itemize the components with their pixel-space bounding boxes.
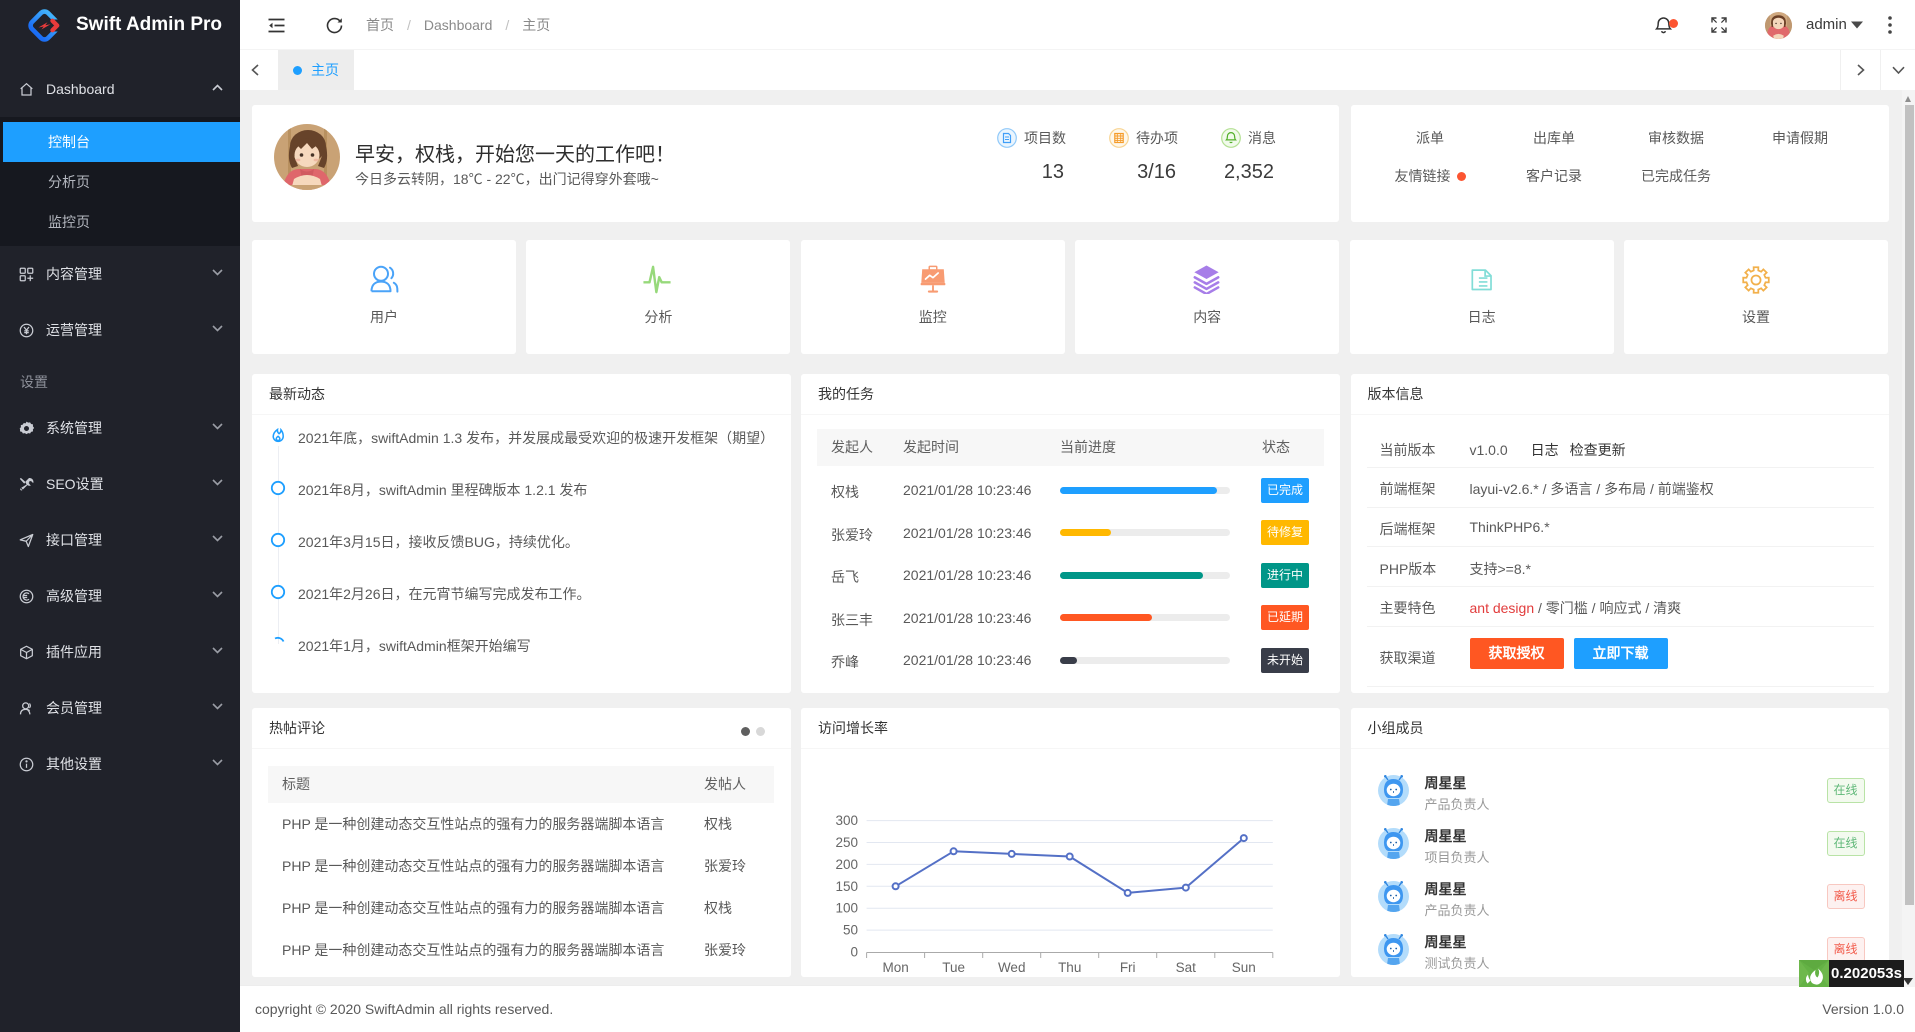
- svg-text:Tue: Tue: [942, 960, 965, 975]
- svg-text:Wed: Wed: [998, 960, 1026, 975]
- svg-text:Fri: Fri: [1120, 960, 1136, 975]
- svg-text:150: 150: [835, 879, 858, 894]
- svg-text:Mon: Mon: [882, 960, 908, 975]
- svg-text:200: 200: [835, 857, 858, 872]
- svg-text:100: 100: [835, 901, 858, 916]
- svg-text:Sun: Sun: [1232, 960, 1256, 975]
- svg-text:0: 0: [850, 945, 858, 960]
- svg-text:Thu: Thu: [1058, 960, 1081, 975]
- svg-text:250: 250: [835, 835, 858, 850]
- svg-text:50: 50: [843, 923, 858, 938]
- svg-text:Sat: Sat: [1176, 960, 1197, 975]
- svg-text:300: 300: [835, 813, 858, 828]
